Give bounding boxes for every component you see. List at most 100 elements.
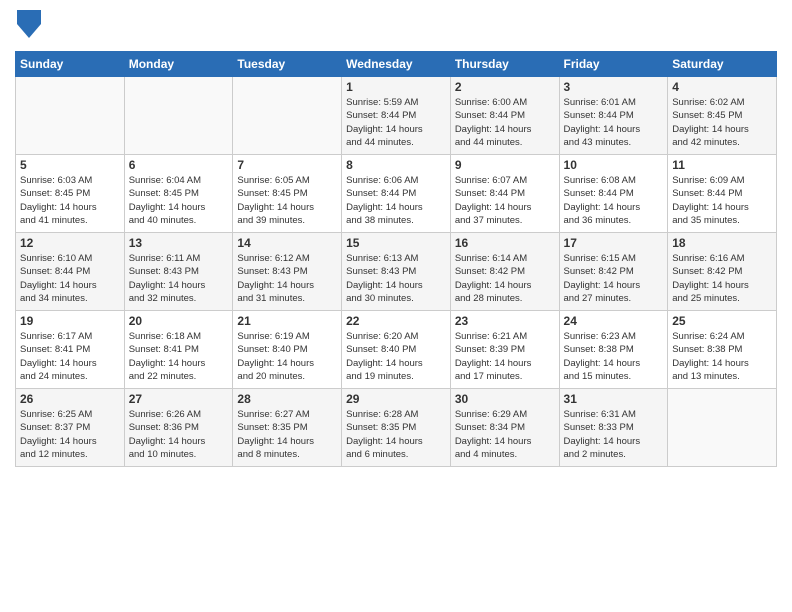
day-number: 24 bbox=[564, 314, 664, 328]
day-number: 1 bbox=[346, 80, 446, 94]
day-number: 9 bbox=[455, 158, 555, 172]
calendar-cell: 29 Sunrise: 6:28 AM Sunset: 8:35 PM Dayli… bbox=[342, 389, 451, 467]
day-number: 29 bbox=[346, 392, 446, 406]
calendar-cell: 5 Sunrise: 6:03 AM Sunset: 8:45 PM Daylig… bbox=[16, 155, 125, 233]
day-number: 27 bbox=[129, 392, 229, 406]
week-row-1: 1Sunrise: 5:59 AM Sunset: 8:44 PM Daylig… bbox=[16, 77, 777, 155]
day-info: Sunrise: 6:05 AM Sunset: 8:45 PM Dayligh… bbox=[237, 174, 337, 227]
calendar-cell: 6 Sunrise: 6:04 AM Sunset: 8:45 PM Daylig… bbox=[124, 155, 233, 233]
calendar-cell: 21 Sunrise: 6:19 AM Sunset: 8:40 PM Dayli… bbox=[233, 311, 342, 389]
column-header-tuesday: Tuesday bbox=[233, 52, 342, 77]
day-info: Sunrise: 6:23 AM Sunset: 8:38 PM Dayligh… bbox=[564, 330, 664, 383]
day-number: 22 bbox=[346, 314, 446, 328]
day-number: 14 bbox=[237, 236, 337, 250]
day-info: Sunrise: 6:25 AM Sunset: 8:37 PM Dayligh… bbox=[20, 408, 120, 461]
header bbox=[15, 10, 777, 43]
day-number: 12 bbox=[20, 236, 120, 250]
logo bbox=[15, 10, 41, 43]
day-info: Sunrise: 6:24 AM Sunset: 8:38 PM Dayligh… bbox=[672, 330, 772, 383]
day-number: 21 bbox=[237, 314, 337, 328]
calendar-cell: 27 Sunrise: 6:26 AM Sunset: 8:36 PM Dayli… bbox=[124, 389, 233, 467]
column-header-thursday: Thursday bbox=[450, 52, 559, 77]
day-info: Sunrise: 6:19 AM Sunset: 8:40 PM Dayligh… bbox=[237, 330, 337, 383]
day-info: Sunrise: 6:02 AM Sunset: 8:45 PM Dayligh… bbox=[672, 96, 772, 149]
day-info: Sunrise: 6:27 AM Sunset: 8:35 PM Dayligh… bbox=[237, 408, 337, 461]
day-info: Sunrise: 6:06 AM Sunset: 8:44 PM Dayligh… bbox=[346, 174, 446, 227]
calendar-table: SundayMondayTuesdayWednesdayThursdayFrid… bbox=[15, 51, 777, 467]
day-info: Sunrise: 6:10 AM Sunset: 8:44 PM Dayligh… bbox=[20, 252, 120, 305]
calendar-cell: 1Sunrise: 5:59 AM Sunset: 8:44 PM Daylig… bbox=[342, 77, 451, 155]
calendar-cell: 4 Sunrise: 6:02 AM Sunset: 8:45 PM Daylig… bbox=[668, 77, 777, 155]
week-row-4: 19 Sunrise: 6:17 AM Sunset: 8:41 PM Dayli… bbox=[16, 311, 777, 389]
calendar-cell: 7 Sunrise: 6:05 AM Sunset: 8:45 PM Daylig… bbox=[233, 155, 342, 233]
day-number: 11 bbox=[672, 158, 772, 172]
calendar-cell: 26Sunrise: 6:25 AM Sunset: 8:37 PM Dayli… bbox=[16, 389, 125, 467]
calendar-cell: 31 Sunrise: 6:31 AM Sunset: 8:33 PM Dayli… bbox=[559, 389, 668, 467]
day-number: 6 bbox=[129, 158, 229, 172]
day-info: Sunrise: 6:15 AM Sunset: 8:42 PM Dayligh… bbox=[564, 252, 664, 305]
day-info: Sunrise: 6:17 AM Sunset: 8:41 PM Dayligh… bbox=[20, 330, 120, 383]
day-info: Sunrise: 6:08 AM Sunset: 8:44 PM Dayligh… bbox=[564, 174, 664, 227]
column-header-saturday: Saturday bbox=[668, 52, 777, 77]
calendar-cell: 3Sunrise: 6:01 AM Sunset: 8:44 PM Daylig… bbox=[559, 77, 668, 155]
day-info: Sunrise: 6:01 AM Sunset: 8:44 PM Dayligh… bbox=[564, 96, 664, 149]
calendar-cell: 11 Sunrise: 6:09 AM Sunset: 8:44 PM Dayli… bbox=[668, 155, 777, 233]
day-info: Sunrise: 6:14 AM Sunset: 8:42 PM Dayligh… bbox=[455, 252, 555, 305]
calendar-cell: 10 Sunrise: 6:08 AM Sunset: 8:44 PM Dayli… bbox=[559, 155, 668, 233]
calendar-cell bbox=[124, 77, 233, 155]
calendar-cell: 12 Sunrise: 6:10 AM Sunset: 8:44 PM Dayli… bbox=[16, 233, 125, 311]
calendar-cell: 8Sunrise: 6:06 AM Sunset: 8:44 PM Daylig… bbox=[342, 155, 451, 233]
day-number: 2 bbox=[455, 80, 555, 94]
day-number: 19 bbox=[20, 314, 120, 328]
calendar-header-row: SundayMondayTuesdayWednesdayThursdayFrid… bbox=[16, 52, 777, 77]
day-info: Sunrise: 6:04 AM Sunset: 8:45 PM Dayligh… bbox=[129, 174, 229, 227]
day-info: Sunrise: 6:28 AM Sunset: 8:35 PM Dayligh… bbox=[346, 408, 446, 461]
column-header-friday: Friday bbox=[559, 52, 668, 77]
logo-icon bbox=[17, 10, 41, 38]
calendar-cell: 25 Sunrise: 6:24 AM Sunset: 8:38 PM Dayli… bbox=[668, 311, 777, 389]
calendar-cell: 30Sunrise: 6:29 AM Sunset: 8:34 PM Dayli… bbox=[450, 389, 559, 467]
day-info: Sunrise: 6:07 AM Sunset: 8:44 PM Dayligh… bbox=[455, 174, 555, 227]
calendar-cell: 2 Sunrise: 6:00 AM Sunset: 8:44 PM Daylig… bbox=[450, 77, 559, 155]
calendar-container: SundayMondayTuesdayWednesdayThursdayFrid… bbox=[0, 0, 792, 612]
calendar-cell: 16 Sunrise: 6:14 AM Sunset: 8:42 PM Dayli… bbox=[450, 233, 559, 311]
day-number: 31 bbox=[564, 392, 664, 406]
day-info: Sunrise: 6:16 AM Sunset: 8:42 PM Dayligh… bbox=[672, 252, 772, 305]
calendar-cell: 22 Sunrise: 6:20 AM Sunset: 8:40 PM Dayli… bbox=[342, 311, 451, 389]
day-info: Sunrise: 6:26 AM Sunset: 8:36 PM Dayligh… bbox=[129, 408, 229, 461]
calendar-cell bbox=[668, 389, 777, 467]
calendar-cell: 15Sunrise: 6:13 AM Sunset: 8:43 PM Dayli… bbox=[342, 233, 451, 311]
week-row-2: 5 Sunrise: 6:03 AM Sunset: 8:45 PM Daylig… bbox=[16, 155, 777, 233]
calendar-cell: 18 Sunrise: 6:16 AM Sunset: 8:42 PM Dayli… bbox=[668, 233, 777, 311]
day-number: 17 bbox=[564, 236, 664, 250]
calendar-cell bbox=[233, 77, 342, 155]
day-number: 25 bbox=[672, 314, 772, 328]
day-number: 16 bbox=[455, 236, 555, 250]
calendar-cell: 17 Sunrise: 6:15 AM Sunset: 8:42 PM Dayli… bbox=[559, 233, 668, 311]
calendar-cell: 23Sunrise: 6:21 AM Sunset: 8:39 PM Dayli… bbox=[450, 311, 559, 389]
day-number: 15 bbox=[346, 236, 446, 250]
day-number: 18 bbox=[672, 236, 772, 250]
day-number: 23 bbox=[455, 314, 555, 328]
day-number: 7 bbox=[237, 158, 337, 172]
day-number: 13 bbox=[129, 236, 229, 250]
calendar-cell: 20Sunrise: 6:18 AM Sunset: 8:41 PM Dayli… bbox=[124, 311, 233, 389]
column-header-monday: Monday bbox=[124, 52, 233, 77]
calendar-cell: 28 Sunrise: 6:27 AM Sunset: 8:35 PM Dayli… bbox=[233, 389, 342, 467]
calendar-cell bbox=[16, 77, 125, 155]
week-row-3: 12 Sunrise: 6:10 AM Sunset: 8:44 PM Dayli… bbox=[16, 233, 777, 311]
day-number: 5 bbox=[20, 158, 120, 172]
day-number: 20 bbox=[129, 314, 229, 328]
day-info: Sunrise: 6:29 AM Sunset: 8:34 PM Dayligh… bbox=[455, 408, 555, 461]
day-info: Sunrise: 6:03 AM Sunset: 8:45 PM Dayligh… bbox=[20, 174, 120, 227]
day-info: Sunrise: 6:00 AM Sunset: 8:44 PM Dayligh… bbox=[455, 96, 555, 149]
day-info: Sunrise: 6:20 AM Sunset: 8:40 PM Dayligh… bbox=[346, 330, 446, 383]
day-number: 10 bbox=[564, 158, 664, 172]
day-number: 28 bbox=[237, 392, 337, 406]
day-info: Sunrise: 6:31 AM Sunset: 8:33 PM Dayligh… bbox=[564, 408, 664, 461]
day-info: Sunrise: 6:12 AM Sunset: 8:43 PM Dayligh… bbox=[237, 252, 337, 305]
day-info: Sunrise: 6:09 AM Sunset: 8:44 PM Dayligh… bbox=[672, 174, 772, 227]
calendar-cell: 9 Sunrise: 6:07 AM Sunset: 8:44 PM Daylig… bbox=[450, 155, 559, 233]
calendar-cell: 19 Sunrise: 6:17 AM Sunset: 8:41 PM Dayli… bbox=[16, 311, 125, 389]
day-number: 4 bbox=[672, 80, 772, 94]
